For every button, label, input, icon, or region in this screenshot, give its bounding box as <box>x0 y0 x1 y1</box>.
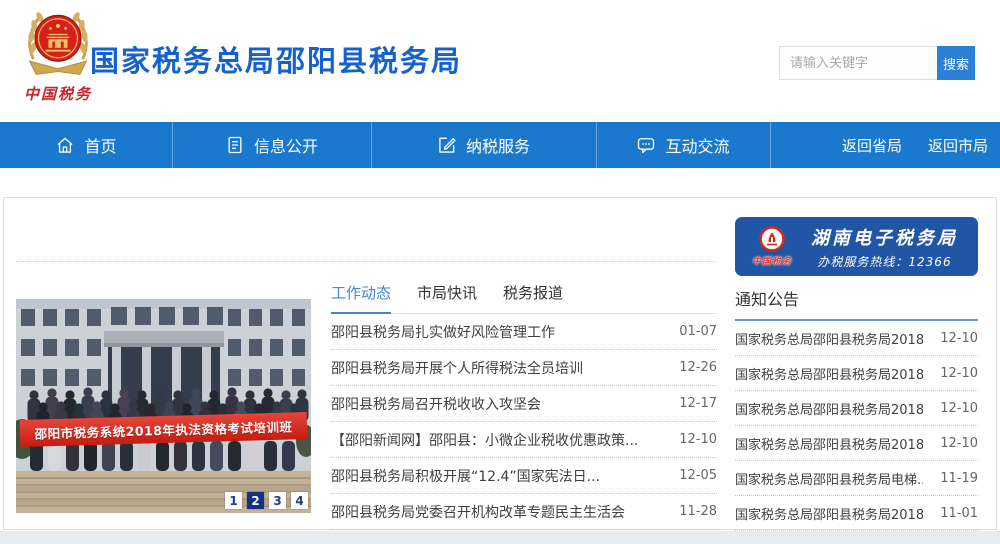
tax-emblem-logo: 中国税务 <box>14 5 102 104</box>
nav-divider <box>371 122 372 168</box>
notice-item-date: 12-10 <box>932 436 978 451</box>
notice-item-date: 12-10 <box>932 331 978 346</box>
tab-city-bureau-news[interactable]: 市局快讯 <box>417 282 477 313</box>
search-input[interactable] <box>779 46 937 80</box>
notice-item-title: 国家税务总局邵阳县税务局2018... <box>735 329 923 348</box>
etax-banner-text: 湖南电子税务局 办税服务热线：12366 <box>799 224 970 270</box>
news-item-title: 【邵阳新闻网】邵阳县：小微企业税收优惠政策... <box>331 430 638 450</box>
nav-item-info-disclosure[interactable]: 信息公开 <box>172 122 371 168</box>
nav-item-home[interactable]: 首页 <box>0 122 172 168</box>
notice-item[interactable]: 国家税务总局邵阳县税务局2018... 12-10 <box>735 356 978 391</box>
news-item-title: 邵阳县税务局召开税收收入攻坚会 <box>331 394 541 414</box>
news-item-date: 12-26 <box>671 360 717 375</box>
news-item-date: 12-17 <box>671 396 717 411</box>
etax-logo-text: 中国税务 <box>745 254 799 267</box>
etax-banner[interactable]: 中国税务 湖南电子税务局 办税服务热线：12366 <box>735 217 978 276</box>
footer-strip <box>0 531 1000 544</box>
nav-item-label: 首页 <box>84 133 116 157</box>
carousel[interactable]: 邵阳市税务系统2018年执法资格考试培训班 1 2 3 4 <box>16 299 311 513</box>
nav-item-label: 互动交流 <box>665 133 729 157</box>
news-list: 邵阳县税务局扎实做好风险管理工作 01-07 邵阳县税务局开展个人所得税法全员培训… <box>331 314 717 530</box>
news-item-date: 11-28 <box>671 504 717 519</box>
news-item-date: 12-05 <box>671 468 717 483</box>
notices-title: 通知公告 <box>735 286 978 310</box>
etax-banner-title: 湖南电子税务局 <box>799 224 970 250</box>
home-icon <box>55 135 75 155</box>
nav-divider <box>172 122 173 168</box>
main-nav: 首页 信息公开 纳税服务 互动交流 返回省局 返回市局 <box>0 122 1000 168</box>
logo-calligraphy-text: 中国税务 <box>14 83 102 104</box>
nav-divider <box>770 122 771 168</box>
nav-item-label: 信息公开 <box>254 133 318 157</box>
nav-return-links: 返回省局 返回市局 <box>842 122 988 168</box>
news-item[interactable]: 邵阳县税务局召开税收收入攻坚会 12-17 <box>331 386 717 422</box>
news-item-date: 01-07 <box>671 324 717 339</box>
news-item[interactable]: 邵阳县税务局扎实做好风险管理工作 01-07 <box>331 314 717 350</box>
notice-item-date: 11-01 <box>932 506 978 521</box>
notice-item[interactable]: 国家税务总局邵阳县税务局电梯... 11-19 <box>735 461 978 496</box>
nav-link-return-province[interactable]: 返回省局 <box>842 135 902 156</box>
nav-item-interaction[interactable]: 互动交流 <box>596 122 770 168</box>
main-content-panel: 中国税务 湖南电子税务局 办税服务热线：12366 <box>3 197 997 530</box>
notices-section: 通知公告 国家税务总局邵阳县税务局2018... 12-10 国家税务总局邵阳县税… <box>735 286 978 531</box>
tax-emblem-small-icon <box>745 226 799 254</box>
news-section: 工作动态 市局快讯 税务报道 邵阳县税务局扎实做好风险管理工作 01-07 邵阳县… <box>331 282 717 530</box>
news-item-title: 邵阳县税务局开展个人所得税法全员培训 <box>331 358 583 378</box>
news-item-date: 12-10 <box>671 432 717 447</box>
carousel-page-4[interactable]: 4 <box>291 492 308 509</box>
site-header: 中国税务 国家税务总局邵阳县税务局 搜索 <box>0 0 1000 122</box>
notice-item[interactable]: 国家税务总局邵阳县税务局2018... 12-10 <box>735 426 978 461</box>
notice-item-title: 国家税务总局邵阳县税务局2018... <box>735 434 923 453</box>
news-item-title: 邵阳县税务局扎实做好风险管理工作 <box>331 322 555 342</box>
notice-item-title: 国家税务总局邵阳县税务局电梯... <box>735 469 923 488</box>
nav-item-tax-service[interactable]: 纳税服务 <box>371 122 596 168</box>
search-bar: 搜索 <box>779 46 975 80</box>
news-item[interactable]: 邵阳县税务局党委召开机构改革专题民主生活会 11-28 <box>331 494 717 530</box>
news-item-title: 邵阳县税务局党委召开机构改革专题民主生活会 <box>331 502 625 522</box>
search-button[interactable]: 搜索 <box>937 46 975 80</box>
top-empty-notice-strip <box>16 198 716 262</box>
notice-item-date: 12-10 <box>932 366 978 381</box>
tab-work-dynamics[interactable]: 工作动态 <box>331 282 391 314</box>
notice-item-title: 国家税务总局邵阳县税务局2018... <box>735 399 923 418</box>
notice-item-date: 12-10 <box>932 401 978 416</box>
news-item[interactable]: 【邵阳新闻网】邵阳县：小微企业税收优惠政策... 12-10 <box>331 422 717 458</box>
etax-hotline: 办税服务热线：12366 <box>799 253 970 270</box>
news-tabs: 工作动态 市局快讯 税务报道 <box>331 282 717 314</box>
notice-item-date: 11-19 <box>932 471 978 486</box>
notice-item-title: 国家税务总局邵阳县税务局2018... <box>735 364 923 383</box>
tab-tax-reports[interactable]: 税务报道 <box>503 282 563 313</box>
nav-item-label: 纳税服务 <box>466 133 530 157</box>
notice-item[interactable]: 国家税务总局邵阳县税务局2018... 12-10 <box>735 321 978 356</box>
notice-item[interactable]: 国家税务总局邵阳县税务局2018... 12-10 <box>735 391 978 426</box>
chat-icon <box>636 135 656 155</box>
nav-divider <box>596 122 597 168</box>
pencil-icon <box>437 135 457 155</box>
carousel-photo <box>16 299 311 513</box>
carousel-page-2[interactable]: 2 <box>247 492 264 509</box>
site-title: 国家税务总局邵阳县税务局 <box>90 38 462 80</box>
nav-link-return-city[interactable]: 返回市局 <box>928 135 988 156</box>
carousel-page-3[interactable]: 3 <box>269 492 286 509</box>
carousel-pager: 1 2 3 4 <box>225 492 308 509</box>
news-item[interactable]: 邵阳县税务局开展个人所得税法全员培训 12-26 <box>331 350 717 386</box>
notice-item[interactable]: 国家税务总局邵阳县税务局2018... 11-01 <box>735 496 978 531</box>
notice-item-title: 国家税务总局邵阳县税务局2018... <box>735 504 923 523</box>
tax-emblem-icon <box>14 5 102 83</box>
notices-list: 国家税务总局邵阳县税务局2018... 12-10 国家税务总局邵阳县税务局201… <box>735 321 978 531</box>
document-icon <box>225 135 245 155</box>
news-item-title: 邵阳县税务局积极开展“12.4”国家宪法日... <box>331 466 600 486</box>
news-item[interactable]: 邵阳县税务局积极开展“12.4”国家宪法日... 12-05 <box>331 458 717 494</box>
etax-logo: 中国税务 <box>745 226 799 267</box>
carousel-page-1[interactable]: 1 <box>225 492 242 509</box>
